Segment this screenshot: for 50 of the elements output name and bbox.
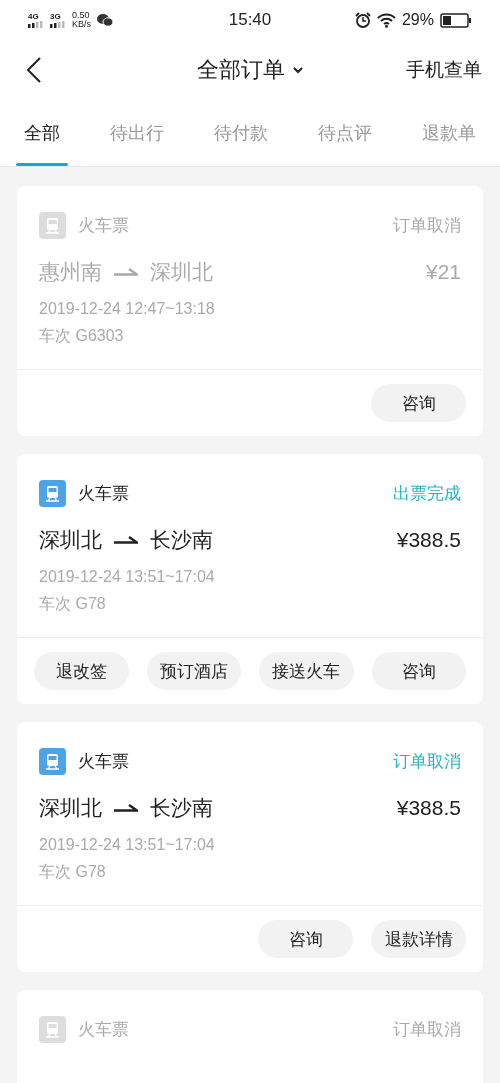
- train-icon: [39, 480, 66, 507]
- chevron-down-icon: [293, 66, 303, 74]
- action-button[interactable]: 咨询: [258, 920, 353, 958]
- order-price: ¥388.5: [396, 528, 461, 552]
- action-button[interactable]: 咨询: [371, 652, 466, 690]
- departure-station: 深圳北: [39, 527, 102, 553]
- network-type: 4G: [28, 12, 39, 21]
- clock: 15:40: [228, 10, 272, 29]
- tab[interactable]: 全部: [16, 100, 68, 166]
- order-type: 火车票: [78, 751, 129, 773]
- travel-time: 2019-12-24 13:51~17:04: [39, 836, 216, 854]
- title-dropdown[interactable]: 全部订单: [197, 55, 303, 85]
- network-type: 3G: [50, 12, 61, 21]
- order-type: 火车票: [78, 483, 129, 505]
- order-price: ¥21: [425, 260, 461, 284]
- order-type: 火车票: [78, 1019, 129, 1041]
- signal-icon: [28, 20, 44, 28]
- departure-station: 惠州南: [39, 259, 102, 285]
- arrival-station: 深圳北: [150, 259, 213, 285]
- back-button[interactable]: [24, 56, 44, 84]
- chat-bubbles-icon: [97, 13, 113, 27]
- order-status: 出票完成: [393, 483, 461, 505]
- order-status: 订单取消: [393, 1019, 461, 1041]
- phone-lookup-link[interactable]: 手机查单: [406, 57, 482, 83]
- arrival-station: 长沙南: [150, 527, 213, 553]
- action-button[interactable]: 接送火车: [259, 652, 354, 690]
- order-price: ¥388.5: [396, 796, 461, 820]
- train-number: 车次 G78: [39, 594, 107, 614]
- battery-percent: 29%: [401, 11, 434, 29]
- travel-time: 2019-12-24 12:47~13:18: [39, 300, 216, 318]
- arrival-station: 长沙南: [150, 795, 213, 821]
- action-button[interactable]: 预订酒店: [146, 652, 241, 690]
- battery-icon: [440, 12, 472, 28]
- signal-icon: [50, 20, 66, 28]
- order-status: 订单取消: [393, 751, 461, 773]
- departure-station: 深圳北: [39, 795, 102, 821]
- order-type: 火车票: [78, 215, 129, 237]
- train-icon: [39, 212, 66, 239]
- action-button[interactable]: 退款详情: [371, 920, 466, 958]
- speed-unit: KB/s: [72, 20, 91, 29]
- network-speed: 0.50: [72, 11, 91, 20]
- alarm-icon: [354, 12, 371, 28]
- order-status: 订单取消: [393, 215, 461, 237]
- action-button[interactable]: 退改签: [34, 652, 129, 690]
- wifi-icon: [376, 12, 396, 28]
- train-icon: [39, 1016, 66, 1043]
- train-number: 车次 G78: [39, 862, 107, 882]
- travel-time: 2019-12-24 13:51~17:04: [39, 568, 216, 586]
- train-number: 车次 G6303: [39, 326, 125, 346]
- train-icon: [39, 748, 66, 775]
